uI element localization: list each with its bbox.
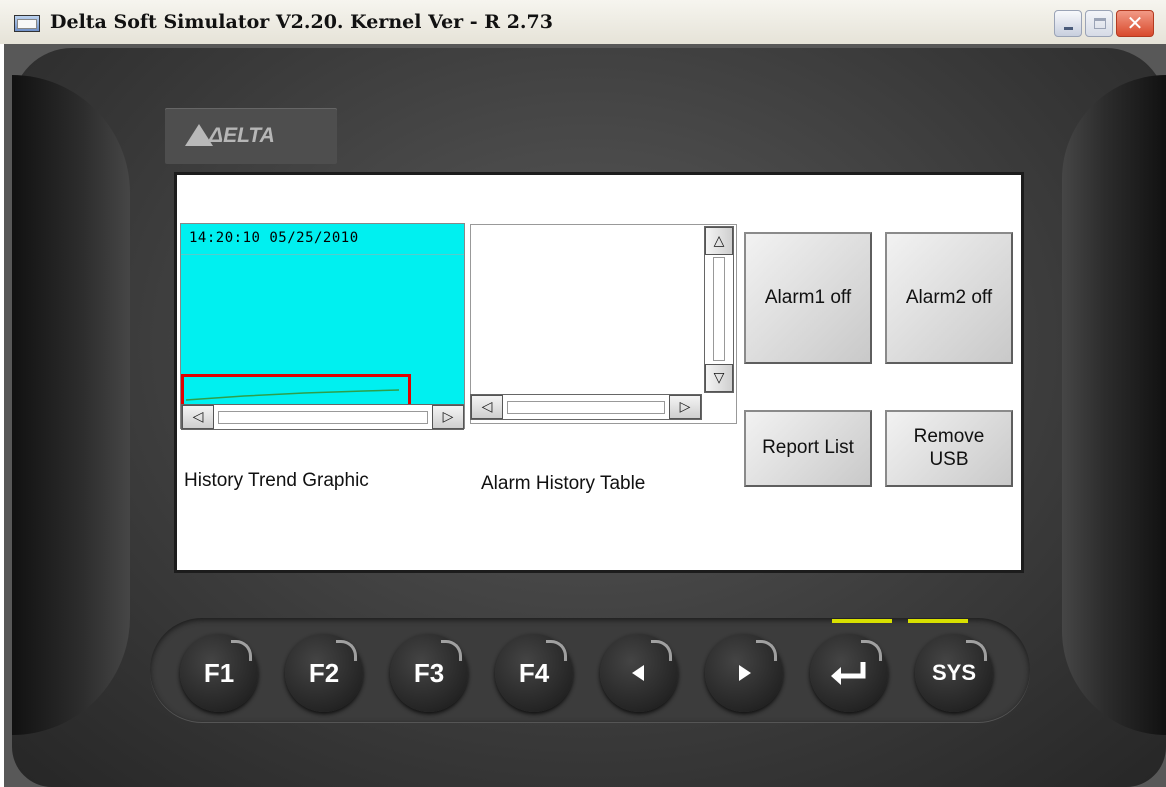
table-vscroll-track[interactable] <box>713 257 725 361</box>
trend-divider <box>181 254 464 255</box>
table-scroll-left-button[interactable]: ◁ <box>471 395 503 419</box>
trend-caption: History Trend Graphic <box>184 470 369 491</box>
close-icon: ✕ <box>1126 11 1144 35</box>
scroll-track[interactable] <box>218 411 428 424</box>
minimize-icon <box>1064 27 1073 30</box>
device-left-grip <box>12 75 130 735</box>
table-scroll-up-button[interactable]: △ <box>705 227 733 255</box>
app-icon <box>14 15 40 32</box>
table-caption: Alarm History Table <box>481 473 646 494</box>
sys-key[interactable]: SYS <box>915 634 993 712</box>
scroll-left-button[interactable]: ◁ <box>182 405 214 429</box>
minimize-button[interactable] <box>1054 10 1082 37</box>
enter-key[interactable] <box>810 634 888 712</box>
right-arrow-key[interactable] <box>705 634 783 712</box>
f2-key[interactable]: F2 <box>285 634 363 712</box>
table-hscrollbar[interactable]: ◁ ▷ <box>470 394 702 420</box>
scroll-right-button[interactable]: ▷ <box>432 405 464 429</box>
table-scroll-right-button[interactable]: ▷ <box>669 395 701 419</box>
close-button[interactable]: ✕ <box>1116 10 1154 37</box>
alarm1-off-button[interactable]: Alarm1 off <box>744 232 872 364</box>
history-trend-graphic[interactable]: 14:20:10 05/25/2010 ◁ ▷ <box>180 223 465 430</box>
maximize-icon <box>1094 18 1106 29</box>
status-led-left <box>832 619 892 623</box>
trend-scrollbar[interactable]: ◁ ▷ <box>181 404 464 430</box>
f4-key[interactable]: F4 <box>495 634 573 712</box>
status-led-right <box>908 619 968 623</box>
left-arrow-icon <box>632 665 644 681</box>
function-key-bar <box>150 618 1030 722</box>
title-bar: Delta Soft Simulator V2.20. Kernel Ver -… <box>0 0 1166 44</box>
alarm2-off-button[interactable]: Alarm2 off <box>885 232 1013 364</box>
delta-logo: ΔELTA <box>165 108 337 164</box>
table-scroll-down-button[interactable]: ▽ <box>705 364 733 392</box>
table-hscroll-track[interactable] <box>507 401 665 414</box>
trend-timestamp: 14:20:10 05/25/2010 <box>189 230 359 246</box>
window-title: Delta Soft Simulator V2.20. Kernel Ver -… <box>50 11 553 33</box>
report-list-button[interactable]: Report List <box>744 410 872 487</box>
logo-text: ΔELTA <box>209 124 275 147</box>
f3-key[interactable]: F3 <box>390 634 468 712</box>
enter-icon <box>831 662 866 685</box>
maximize-button[interactable] <box>1085 10 1113 37</box>
right-arrow-icon <box>739 665 751 681</box>
left-arrow-key[interactable] <box>600 634 678 712</box>
device-right-grip <box>1062 75 1166 735</box>
remove-usb-button[interactable]: Remove USB <box>885 410 1013 487</box>
table-vscrollbar[interactable]: △ ▽ <box>704 226 734 393</box>
f1-key[interactable]: F1 <box>180 634 258 712</box>
